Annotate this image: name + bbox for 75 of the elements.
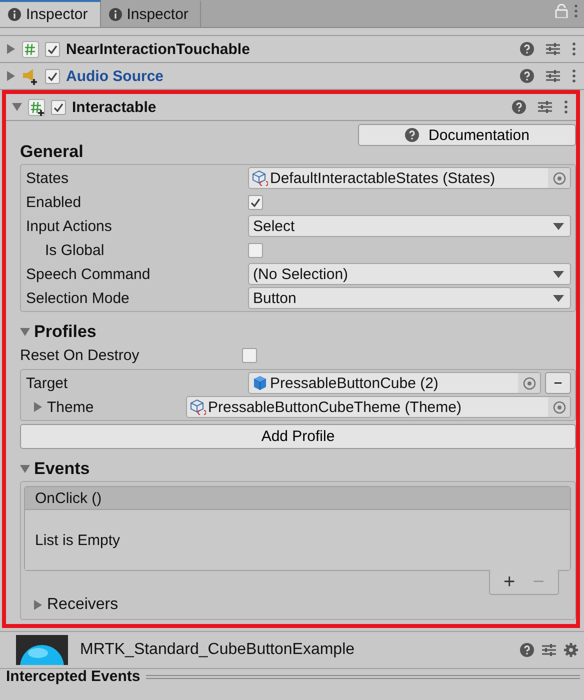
event-header: OnClick () bbox=[25, 487, 570, 510]
presets-icon[interactable] bbox=[546, 42, 560, 56]
section-title: General bbox=[20, 142, 84, 162]
dropdown[interactable]: Button bbox=[248, 287, 571, 309]
target-icon bbox=[552, 172, 566, 184]
enabled-checkbox[interactable] bbox=[45, 68, 60, 84]
field-label: Theme bbox=[47, 398, 94, 416]
target-icon bbox=[522, 376, 536, 390]
documentation-button[interactable]: Documentation bbox=[358, 124, 576, 146]
info-icon bbox=[108, 8, 122, 21]
field-label: Input Actions bbox=[26, 218, 113, 234]
field-label: Selection Mode bbox=[26, 290, 130, 306]
collapsed-triangle-icon[interactable] bbox=[6, 44, 16, 54]
add-button[interactable]: + bbox=[500, 570, 520, 594]
dropdown[interactable]: (No Selection) bbox=[248, 263, 571, 285]
component-name: Interactable bbox=[72, 98, 156, 116]
checkbox[interactable] bbox=[248, 242, 263, 258]
more-options-icon[interactable] bbox=[574, 4, 578, 18]
dropdown[interactable]: Select bbox=[248, 215, 571, 237]
object-field[interactable]: PressableButtonCube (2) bbox=[248, 372, 541, 394]
help-icon[interactable] bbox=[520, 643, 534, 657]
expanded-triangle-icon[interactable] bbox=[12, 102, 22, 112]
object-picker-button[interactable] bbox=[548, 168, 570, 188]
component-name: Audio Source bbox=[66, 68, 164, 84]
dropdown-caret-icon bbox=[553, 222, 564, 230]
presets-icon[interactable] bbox=[542, 643, 556, 657]
field-label: Target bbox=[26, 374, 69, 392]
section-title: Events bbox=[34, 459, 90, 479]
remove-button[interactable]: − bbox=[545, 372, 571, 394]
object-picker-button[interactable] bbox=[548, 397, 570, 417]
object-picker-button[interactable] bbox=[518, 373, 540, 393]
object-field[interactable]: PressableButtonCubeTheme (Theme) bbox=[186, 396, 571, 418]
collapsed-triangle-icon[interactable] bbox=[33, 600, 43, 610]
section-title: Intercepted Events bbox=[6, 669, 140, 684]
script-icon bbox=[22, 40, 39, 58]
more-options-icon[interactable] bbox=[564, 100, 568, 114]
expanded-triangle-icon[interactable] bbox=[20, 464, 30, 474]
target-icon bbox=[552, 400, 566, 414]
material-name: MRTK_Standard_CubeButtonExample bbox=[80, 641, 355, 659]
info-icon bbox=[8, 8, 21, 21]
inspector-tab[interactable]: Inspector bbox=[0, 0, 101, 27]
foldout-label[interactable]: Receivers bbox=[47, 596, 118, 614]
presets-icon[interactable] bbox=[546, 69, 560, 83]
enabled-checkbox[interactable] bbox=[45, 42, 60, 56]
checkbox[interactable] bbox=[242, 348, 257, 362]
checkbox[interactable] bbox=[248, 194, 263, 210]
script-icon bbox=[28, 98, 45, 116]
speaker-icon bbox=[22, 68, 39, 84]
help-icon[interactable] bbox=[404, 128, 419, 142]
component-name: NearInteractionTouchable bbox=[66, 40, 250, 58]
section-title: Profiles bbox=[34, 322, 96, 342]
field-label: Speech Command bbox=[26, 266, 152, 282]
field-label: Enabled bbox=[26, 194, 82, 210]
object-field[interactable]: DefaultInteractableStates (States) bbox=[248, 167, 571, 189]
field-label: Reset On Destroy bbox=[20, 346, 140, 364]
collapsed-triangle-icon[interactable] bbox=[33, 402, 43, 412]
inspector-tab[interactable]: Inspector bbox=[100, 0, 202, 27]
help-icon[interactable] bbox=[512, 100, 526, 114]
more-options-icon[interactable] bbox=[572, 69, 576, 83]
enabled-checkbox[interactable] bbox=[51, 100, 66, 114]
field-label: States bbox=[26, 170, 70, 186]
presets-icon[interactable] bbox=[538, 100, 552, 114]
more-options-icon[interactable] bbox=[572, 42, 576, 56]
field-label: Is Global bbox=[44, 242, 106, 258]
expanded-triangle-icon[interactable] bbox=[20, 327, 30, 337]
scriptable-object-icon bbox=[252, 170, 268, 186]
scriptable-object-icon bbox=[190, 399, 206, 415]
settings-icon[interactable] bbox=[564, 643, 578, 657]
collapsed-triangle-icon[interactable] bbox=[6, 71, 16, 81]
help-icon[interactable] bbox=[520, 42, 534, 56]
cube-icon bbox=[252, 375, 268, 391]
dropdown-caret-icon bbox=[553, 294, 564, 302]
add-profile-button[interactable]: Add Profile bbox=[20, 424, 576, 449]
help-icon[interactable] bbox=[520, 69, 534, 83]
dropdown-caret-icon bbox=[553, 270, 564, 278]
